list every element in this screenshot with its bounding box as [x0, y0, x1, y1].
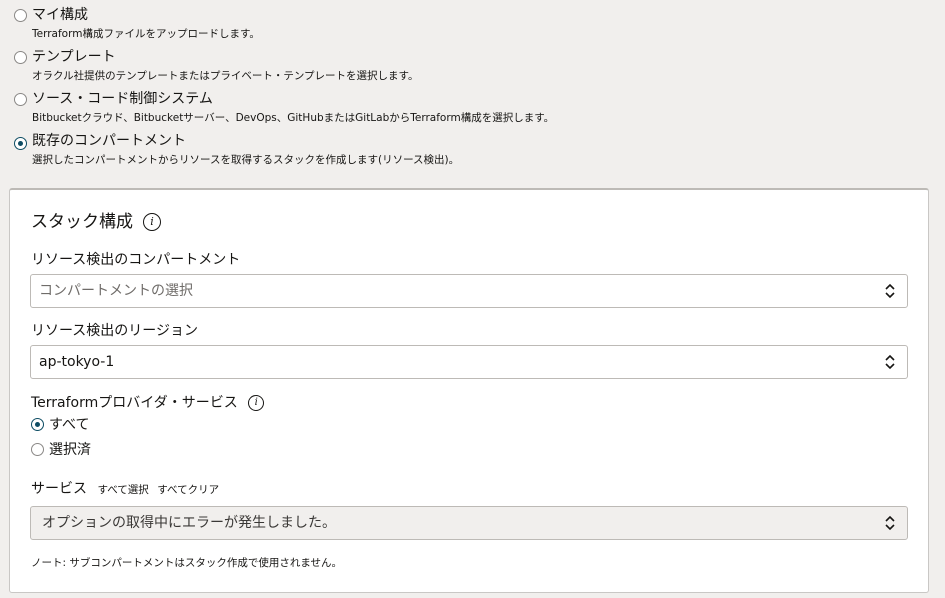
radio-source-control[interactable] [14, 93, 27, 106]
origin-title: 既存のコンパートメント [32, 133, 186, 149]
chevron-up-down-icon [885, 515, 895, 531]
chevron-up-down-icon [885, 354, 895, 370]
origin-source-control[interactable]: ソース・コード制御システム Bitbucketクラウド、Bitbucketサーバ… [14, 90, 934, 132]
services-error-text: オプションの取得中にエラーが発生しました。 [42, 515, 336, 531]
option-label: すべて [49, 417, 90, 433]
select-all-link[interactable]: すべて選択 [97, 484, 148, 496]
region-label: リソース検出のリージョン [31, 323, 199, 339]
stack-origin-options: マイ構成 Terraform構成ファイルをアップロードします。 テンプレート オ… [14, 6, 934, 174]
compartment-label: リソース検出のコンパートメント [31, 252, 241, 268]
services-select[interactable]: オプションの取得中にエラーが発生しました。 [30, 506, 908, 540]
origin-template[interactable]: テンプレート オラクル社提供のテンプレートまたはプライベート・テンプレートを選択… [14, 48, 934, 90]
services-label-text: サービス [31, 481, 87, 497]
origin-description: 選択したコンパートメントからリソースを取得するスタックを作成します(リソース検出… [32, 154, 460, 166]
note-text: ノート: サブコンパートメントはスタック作成で使用されません。 [31, 557, 343, 569]
radio-template[interactable] [14, 51, 27, 64]
info-icon[interactable]: i [248, 395, 265, 411]
option-label: 選択済 [49, 442, 91, 458]
radio-all[interactable] [31, 418, 44, 431]
origin-title: テンプレート [32, 49, 116, 65]
compartment-placeholder: コンパートメントの選択 [39, 283, 193, 299]
panel-title: スタック構成 [31, 212, 133, 232]
region-select[interactable]: ap-tokyo-1 [30, 345, 908, 379]
radio-my-configuration[interactable] [14, 9, 27, 22]
info-icon[interactable]: i [143, 213, 161, 231]
origin-description: Bitbucketクラウド、Bitbucketサーバー、DevOps、GitHu… [32, 112, 555, 124]
radio-selected[interactable] [31, 443, 44, 456]
origin-description: オラクル社提供のテンプレートまたはプライベート・テンプレートを選択します。 [32, 70, 419, 82]
provider-services-label: Terraformプロバイダ・サービス i [31, 394, 265, 412]
services-label: サービス すべて選択 すべてクリア [31, 480, 219, 499]
provider-label-text: Terraformプロバイダ・サービス [31, 395, 238, 411]
origin-my-configuration[interactable]: マイ構成 Terraform構成ファイルをアップロードします。 [14, 6, 934, 48]
origin-existing-compartment[interactable]: 既存のコンパートメント 選択したコンパートメントからリソースを取得するスタックを… [14, 132, 934, 174]
compartment-select[interactable]: コンパートメントの選択 [30, 274, 908, 308]
clear-all-link[interactable]: すべてクリア [157, 484, 219, 496]
stack-configuration-panel: スタック構成 i リソース検出のコンパートメント コンパートメントの選択 リソー… [9, 188, 929, 593]
region-value: ap-tokyo-1 [39, 354, 115, 370]
origin-title: ソース・コード制御システム [32, 91, 213, 107]
radio-existing-compartment[interactable] [14, 137, 27, 150]
provider-option-selected[interactable]: 選択済 [31, 441, 91, 459]
provider-option-all[interactable]: すべて [31, 416, 89, 434]
origin-title: マイ構成 [32, 7, 88, 23]
chevron-up-down-icon [885, 283, 895, 299]
origin-description: Terraform構成ファイルをアップロードします。 [32, 28, 260, 40]
